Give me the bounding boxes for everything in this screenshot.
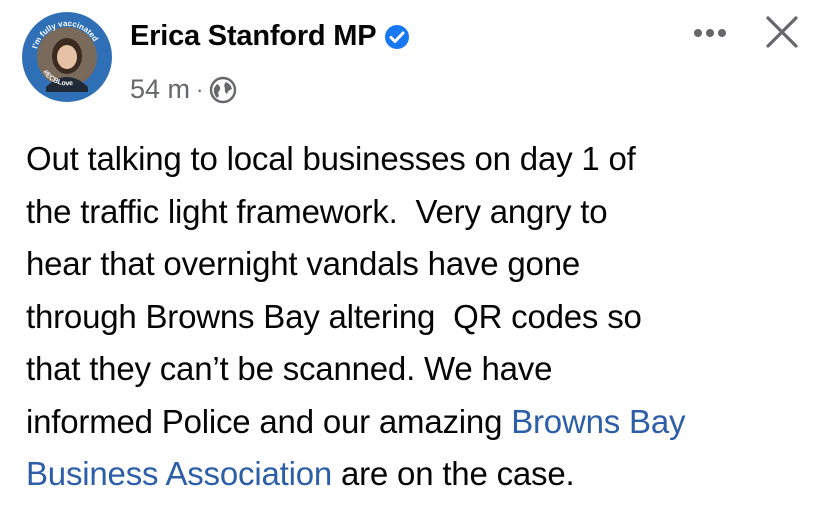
globe-icon[interactable] bbox=[209, 76, 237, 104]
post-text-line: through Browns Bay altering QR codes so bbox=[26, 297, 642, 335]
post-meta: 54 m · bbox=[130, 74, 237, 105]
profile-avatar[interactable]: I'm fully vaccinated #ECBLove bbox=[22, 12, 112, 102]
more-options-icon bbox=[694, 29, 726, 37]
more-options-button[interactable] bbox=[686, 16, 734, 50]
facebook-post: I'm fully vaccinated #ECBLove Erica Stan… bbox=[0, 0, 820, 508]
browns-bay-business-association-link-continued[interactable]: Business Association bbox=[26, 455, 332, 492]
verified-badge-icon bbox=[384, 24, 410, 50]
post-timestamp[interactable]: 54 m bbox=[130, 74, 190, 105]
post-text-line: hear that overnight vandals have gone bbox=[26, 245, 581, 282]
meta-separator: · bbox=[196, 76, 204, 102]
close-icon bbox=[766, 16, 798, 48]
post-author: Erica Stanford MP bbox=[130, 20, 410, 53]
post-text-line: Business Association are on the case. bbox=[26, 448, 806, 501]
browns-bay-business-association-link[interactable]: Browns Bay bbox=[511, 403, 685, 440]
avatar-image: I'm fully vaccinated #ECBLove bbox=[22, 12, 112, 102]
post-body: Out talking to local businesses on day 1… bbox=[26, 133, 806, 501]
post-text-segment: informed Police and our amazing bbox=[26, 402, 512, 440]
author-name[interactable]: Erica Stanford MP bbox=[130, 20, 377, 53]
post-text-line: the traffic light framework. Very angry … bbox=[26, 192, 608, 230]
post-text-segment: are on the case. bbox=[332, 455, 575, 492]
post-text-line: Out talking to local businesses on day 1… bbox=[26, 140, 636, 177]
post-text-line: informed Police and our amazing Browns B… bbox=[26, 396, 806, 449]
close-button[interactable] bbox=[756, 8, 808, 56]
post-text-line: that they can’t be scanned. We have bbox=[26, 350, 553, 387]
